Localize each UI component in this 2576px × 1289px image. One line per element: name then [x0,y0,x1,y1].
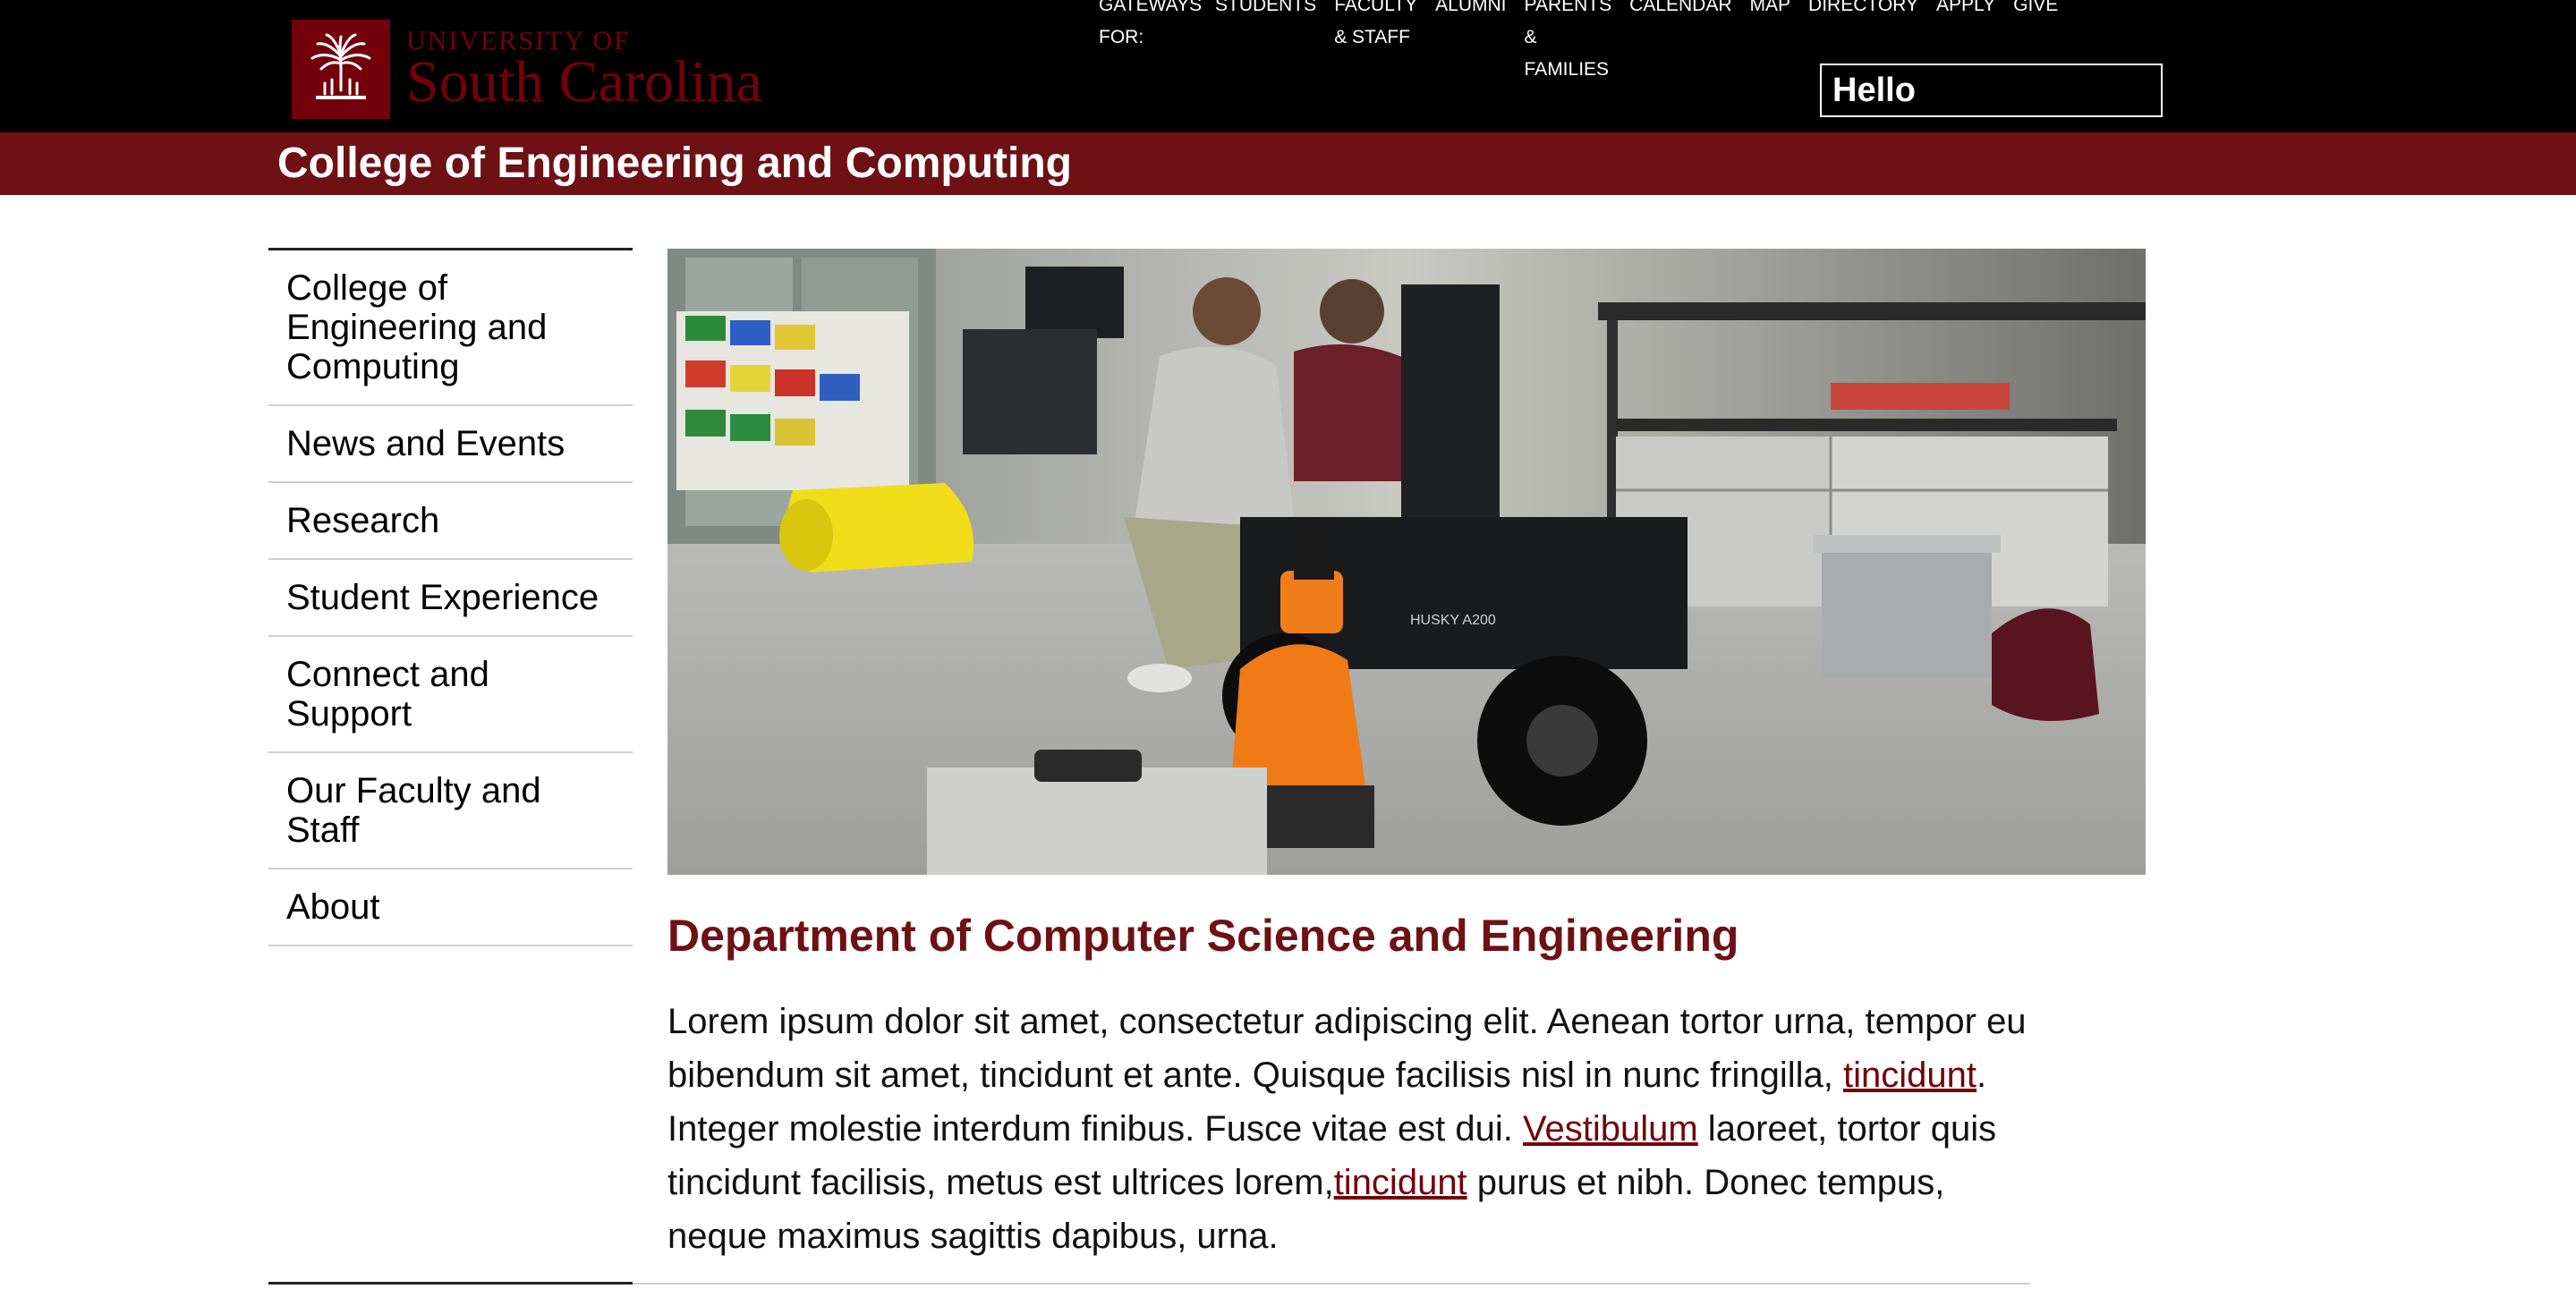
hero-image: HUSKY A200 [667,249,2146,875]
gateways-label: GATEWAYS FOR: [1099,0,1203,47]
sidebar-item-college[interactable]: College of Engineering and Computing [268,250,633,406]
section-divider-light [633,1283,2030,1285]
gateway-students-link[interactable]: STUDENTS [1215,0,1316,86]
sidebar-item-news-events[interactable]: News and Events [268,406,633,483]
sidebar-item-research[interactable]: Research [268,483,633,560]
intro-paragraph: Lorem ipsum dolor sit amet, consectetur … [667,1002,2027,1256]
gateway-parents-families-link[interactable]: PARENTS & FAMILIES [1525,0,1612,86]
vestibulum-link[interactable]: Vestibulum [1523,1109,1698,1149]
college-title-link[interactable]: College of Engineering and Computing [277,132,1072,195]
robot-label: HUSKY A200 [1410,613,1496,628]
department-title: Department of Computer Science and Engin… [667,911,1739,961]
gateway-map-link[interactable]: MAP [1750,0,1791,86]
section-divider-dark [268,1282,633,1285]
greeting-box[interactable]: Hello [1820,64,2163,117]
palmetto-tree-icon [292,20,390,119]
sidebar-item-connect-support[interactable]: Connect and Support [268,637,633,753]
tincidunt-link-1[interactable]: tincidunt [1843,1056,1977,1095]
tincidunt-link-2[interactable]: tincidunt [1334,1163,1467,1202]
logo-name-line: South Carolina [406,48,762,114]
sidebar-item-faculty-staff[interactable]: Our Faculty and Staff [268,753,633,869]
sidebar-nav: College of Engineering and Computing New… [268,248,633,946]
top-bar: UNIVERSITY OF South Carolina GATEWAYS FO… [0,0,2576,132]
gateway-faculty-staff-link[interactable]: FACULTY & STAFF [1334,0,1417,86]
sidebar-item-about[interactable]: About [268,869,633,946]
university-logo-link[interactable]: UNIVERSITY OF South Carolina [292,20,762,119]
college-banner: College of Engineering and Computing [0,132,2576,195]
gateway-alumni-link[interactable]: ALUMNI [1435,0,1506,86]
sidebar-item-student-experience[interactable]: Student Experience [268,560,633,637]
logo-wordmark: UNIVERSITY OF South Carolina [406,27,762,114]
gateway-calendar-link[interactable]: CALENDAR [1629,0,1731,86]
